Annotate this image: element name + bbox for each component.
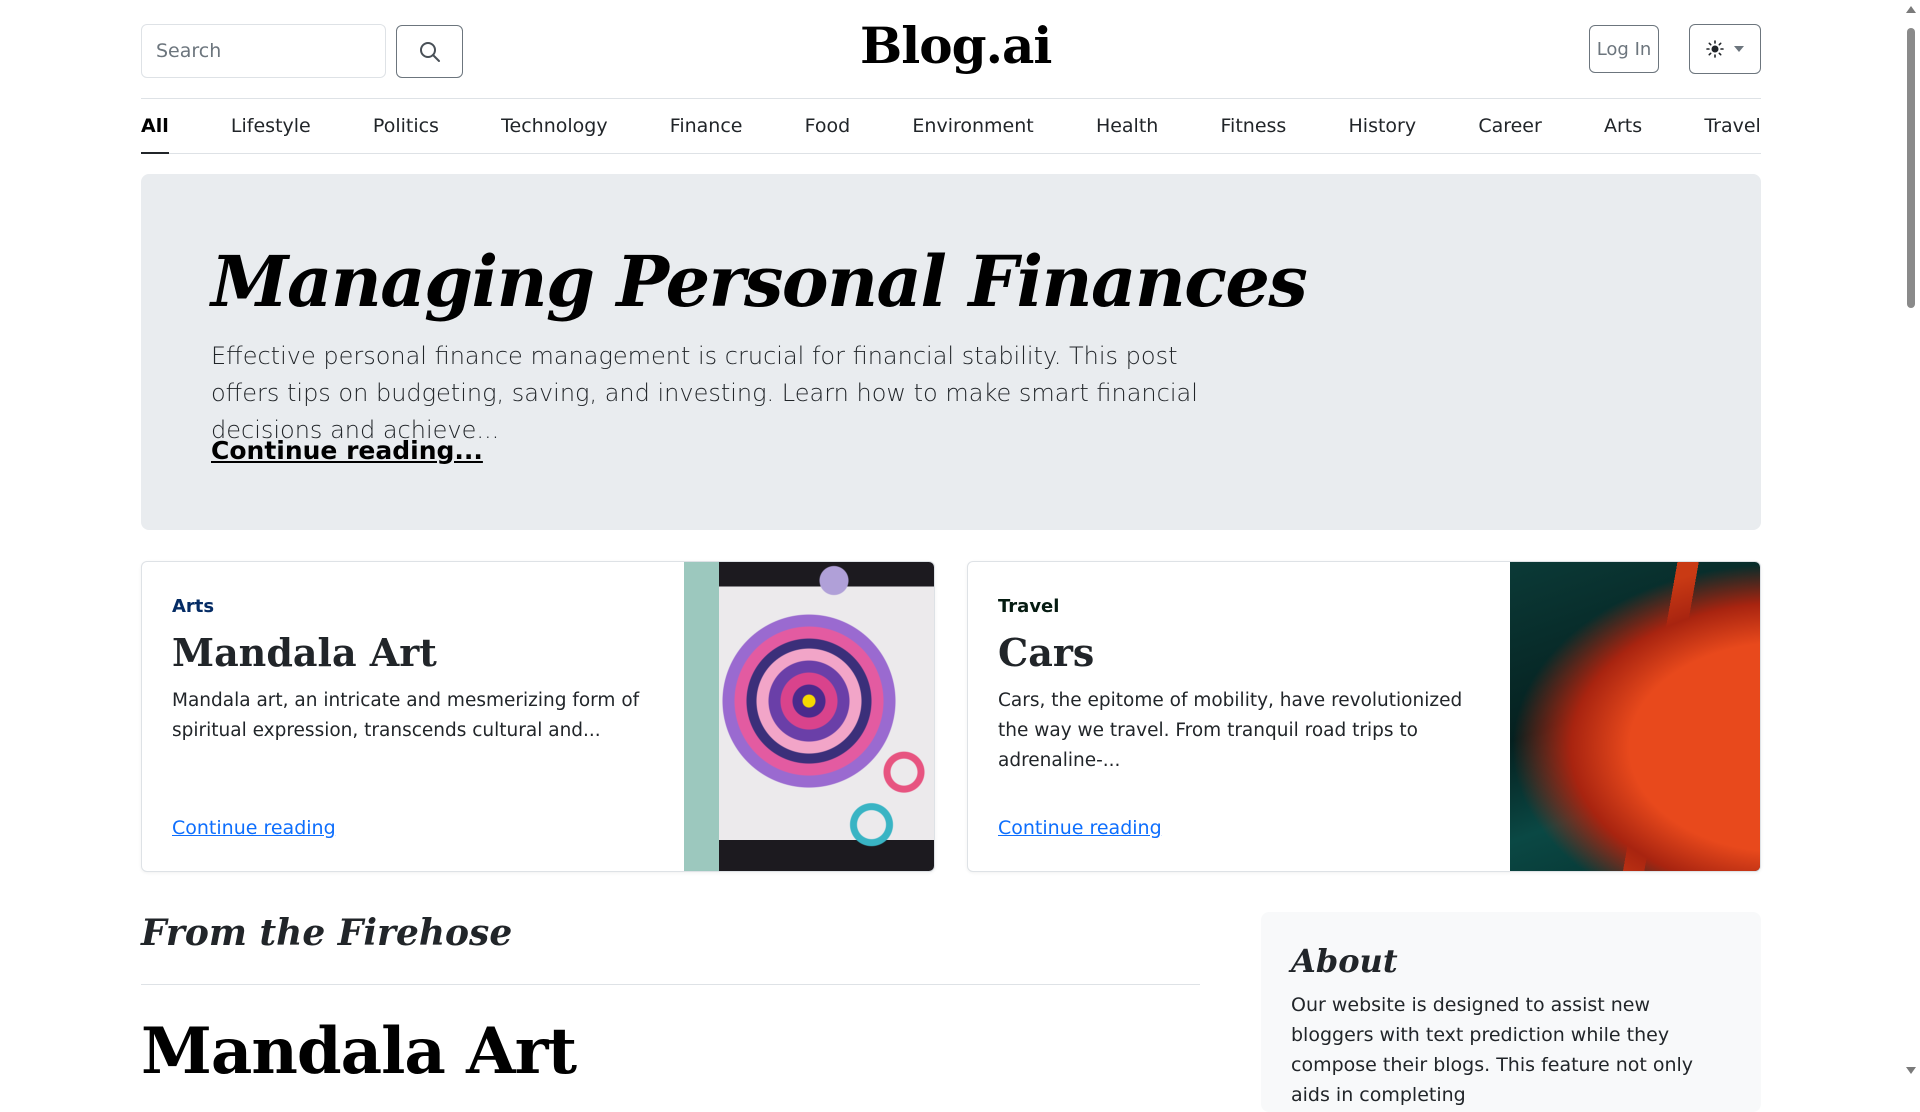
firehose-heading: From the Firehose (141, 912, 513, 954)
card-title: Cars (998, 630, 1095, 675)
theme-toggle-button[interactable] (1689, 24, 1761, 74)
search-input[interactable] (141, 24, 386, 78)
card-excerpt: Cars, the epitome of mobility, have revo… (998, 690, 1463, 771)
post-title: Mandala Art (141, 1014, 577, 1089)
card-continue-reading-link[interactable]: Continue reading (172, 817, 336, 839)
sun-icon (1706, 40, 1724, 58)
mandala-art-image (684, 562, 934, 871)
card-title: Mandala Art (172, 630, 437, 675)
nav-item-career[interactable]: Career (1478, 99, 1542, 153)
nav-item-health[interactable]: Health (1096, 99, 1158, 153)
about-title: About (1291, 942, 1398, 980)
post-card-mandala-art: Arts Mandala Art Mandala art, an intrica… (141, 561, 935, 872)
card-category: Travel (998, 596, 1060, 617)
nav-item-arts[interactable]: Arts (1604, 99, 1642, 153)
scroll-up-arrow-icon[interactable] (1906, 6, 1916, 13)
search-icon (419, 41, 440, 62)
login-button[interactable]: Log In (1589, 25, 1659, 73)
site-brand[interactable]: Blog.ai (860, 16, 1052, 75)
card-excerpt: Mandala art, an intricate and mesmerizin… (172, 690, 640, 741)
featured-continue-reading-link[interactable]: Continue reading... (211, 436, 483, 465)
featured-post: Managing Personal Finances Effective per… (141, 174, 1761, 530)
card-continue-reading-link[interactable]: Continue reading (998, 817, 1162, 839)
about-panel: About Our website is designed to assist … (1261, 912, 1761, 1112)
nav-item-finance[interactable]: Finance (670, 99, 743, 153)
nav-item-history[interactable]: History (1349, 99, 1417, 153)
category-nav: All Lifestyle Politics Technology Financ… (141, 98, 1761, 154)
page-scrollbar[interactable] (1903, 0, 1920, 1080)
chevron-down-icon (1734, 46, 1744, 52)
scroll-down-arrow-icon[interactable] (1906, 1067, 1916, 1074)
featured-post-title: Managing Personal Finances (211, 240, 1308, 323)
cars-image (1510, 562, 1760, 871)
nav-item-all[interactable]: All (141, 99, 169, 154)
nav-item-environment[interactable]: Environment (912, 99, 1033, 153)
nav-item-food[interactable]: Food (805, 99, 851, 153)
post-card-cars: Travel Cars Cars, the epitome of mobilit… (967, 561, 1761, 872)
search-button[interactable] (396, 25, 463, 78)
nav-item-fitness[interactable]: Fitness (1221, 99, 1287, 153)
about-text: Our website is designed to assist new bl… (1291, 994, 1694, 1106)
featured-post-excerpt: Effective personal finance management is… (211, 342, 1198, 444)
divider (141, 984, 1200, 985)
card-category: Arts (172, 596, 215, 617)
nav-item-travel[interactable]: Travel (1704, 99, 1760, 153)
nav-item-lifestyle[interactable]: Lifestyle (231, 99, 311, 153)
scrollbar-thumb[interactable] (1907, 28, 1915, 308)
nav-item-politics[interactable]: Politics (373, 99, 439, 153)
nav-item-technology[interactable]: Technology (501, 99, 607, 153)
